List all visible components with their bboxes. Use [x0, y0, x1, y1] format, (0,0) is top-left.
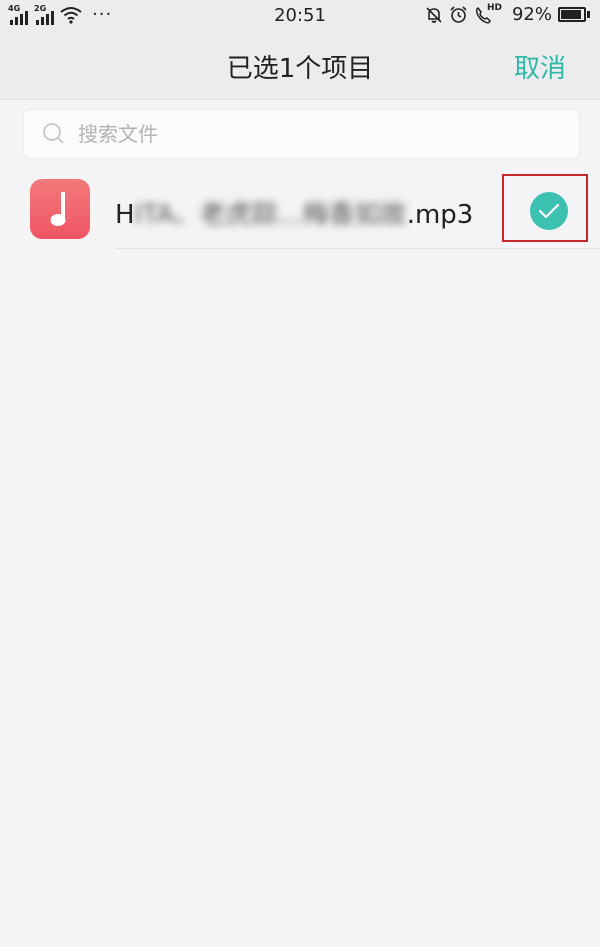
file-name-start: H [115, 200, 135, 230]
page-title: 已选1个项目 [226, 54, 374, 84]
hd-label: HD [486, 2, 502, 13]
status-bar-right: HD 92% [425, 2, 590, 25]
file-name-extension: .mp3 [406, 200, 474, 230]
search-input[interactable] [78, 122, 518, 146]
file-name: HITA、老虎踪...梅香如故.mp3 [115, 194, 473, 231]
battery-icon [558, 7, 590, 22]
search-box[interactable] [23, 109, 580, 159]
nav-bar: 已选1个项目 取消 [0, 32, 600, 100]
search-bar [23, 109, 580, 159]
search-icon [43, 123, 64, 144]
alarm-icon [450, 6, 467, 23]
music-note-icon [30, 179, 90, 239]
row-divider [115, 248, 600, 249]
selected-check-icon[interactable] [530, 192, 568, 230]
cancel-button[interactable]: 取消 [514, 48, 566, 85]
hd-call-icon: HD [474, 2, 502, 25]
notification-muted-icon [426, 6, 442, 23]
status-bar: 4G 2G ··· 20:51 HD 92% [0, 0, 600, 32]
file-list-item[interactable]: HITA、老虎踪...梅香如故.mp3 [0, 168, 600, 250]
battery-percent: 92% [511, 4, 552, 25]
file-name-blurred: ITA、老虎踪...梅香如故 [134, 200, 407, 230]
